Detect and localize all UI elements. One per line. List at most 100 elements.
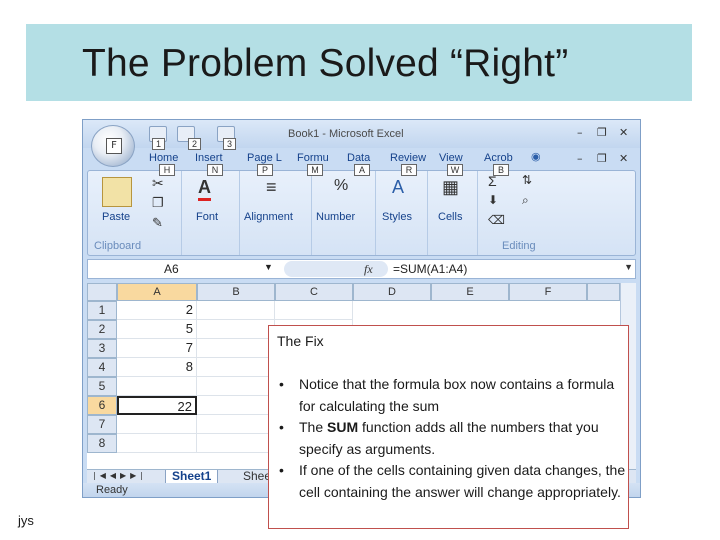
tab-data[interactable]: Data: [347, 152, 370, 164]
minimize-icon[interactable]: –: [577, 126, 583, 139]
cells-group[interactable]: ▦ Cells: [428, 171, 478, 255]
row-header[interactable]: 2: [87, 320, 117, 339]
clipboard-label: Clipboard: [94, 240, 142, 252]
close-icon[interactable]: ✕: [619, 126, 628, 139]
keytip-data: A: [354, 164, 370, 176]
row-header[interactable]: 3: [87, 339, 117, 358]
number-label: Number: [316, 211, 356, 223]
row-header[interactable]: 1: [87, 301, 117, 320]
cell-a8[interactable]: [117, 434, 197, 453]
column-header-c[interactable]: C: [275, 283, 353, 301]
cell-b8[interactable]: [197, 434, 275, 453]
cell-b7[interactable]: [197, 415, 275, 434]
cell-a6-active[interactable]: 22: [117, 396, 197, 415]
column-header-e[interactable]: E: [431, 283, 509, 301]
restore-icon[interactable]: ❐: [597, 126, 607, 139]
ribbon-tabs: Home Insert Page L Formu Data Review Vie…: [83, 148, 640, 176]
name-box-dropdown-icon[interactable]: ▼: [264, 262, 273, 272]
column-header-f[interactable]: F: [509, 283, 587, 301]
format-painter-icon[interactable]: ✎: [152, 215, 163, 231]
tab-insert[interactable]: Insert: [195, 152, 223, 164]
tab-review[interactable]: Review: [390, 152, 426, 164]
paste-icon[interactable]: [102, 177, 132, 207]
sheet-tab-sheet1[interactable]: Sheet1: [165, 470, 219, 484]
bullet-icon: •: [279, 462, 284, 478]
number-group[interactable]: % Number: [312, 171, 376, 255]
row-header[interactable]: 4: [87, 358, 117, 377]
sort-filter-icon[interactable]: ⇅: [522, 173, 532, 187]
expand-formula-bar-icon[interactable]: ▼: [624, 262, 633, 272]
row-header[interactable]: 5: [87, 377, 117, 396]
office-button[interactable]: F: [91, 125, 135, 167]
cell-a4[interactable]: 8: [117, 358, 197, 377]
sum-keyword: SUM: [327, 419, 359, 435]
help-icon[interactable]: ◉: [531, 150, 541, 163]
row-header[interactable]: 6: [87, 396, 117, 415]
ribbon-restore-icon[interactable]: ❐: [597, 152, 607, 165]
styles-icon: A: [392, 177, 405, 197]
sheet-nav-arrows-icon[interactable]: |◀◀▶▶|: [93, 471, 147, 480]
list-item: • The SUM function adds all the numbers t…: [279, 417, 627, 460]
alignment-icon: ≡: [266, 177, 277, 197]
column-header-g[interactable]: [587, 283, 620, 301]
cell-b3[interactable]: [197, 339, 275, 358]
cell-c1[interactable]: [275, 301, 353, 320]
row-header[interactable]: 8: [87, 434, 117, 453]
fx-icon[interactable]: fx: [364, 262, 373, 277]
column-header-d[interactable]: D: [353, 283, 431, 301]
ribbon-close-icon[interactable]: ✕: [619, 152, 628, 165]
keytip-acrobat: B: [493, 164, 509, 176]
ribbon-minimize-icon[interactable]: –: [577, 152, 583, 165]
cell-a3[interactable]: 7: [117, 339, 197, 358]
bullet-icon: •: [279, 376, 284, 392]
fix-bullet-list: • Notice that the formula box now contain…: [279, 374, 627, 503]
select-all-corner[interactable]: [87, 283, 117, 301]
formula-input[interactable]: =SUM(A1:A4): [393, 262, 467, 276]
cell-a5[interactable]: [117, 377, 197, 396]
name-box[interactable]: A6 ▼: [88, 260, 278, 278]
list-item: • If one of the cells containing given da…: [279, 460, 627, 503]
cell-a1[interactable]: 2: [117, 301, 197, 320]
cell-a2[interactable]: 5: [117, 320, 197, 339]
tab-home[interactable]: Home: [149, 152, 178, 164]
find-icon[interactable]: ⌕: [522, 193, 529, 208]
tab-page-layout[interactable]: Page L: [247, 152, 282, 164]
alignment-group[interactable]: ≡ Alignment: [240, 171, 312, 255]
excel-titlebar: 1 2 3 Book1 - Microsoft Excel – ❐ ✕: [83, 120, 640, 150]
bullet-text-pre: The: [299, 419, 328, 435]
alignment-label: Alignment: [244, 211, 293, 223]
clear-icon[interactable]: ⌫: [488, 213, 505, 227]
title-band: The Problem Solved “Right”: [26, 24, 692, 101]
tab-view[interactable]: View: [439, 152, 463, 164]
name-box-value: A6: [164, 262, 179, 276]
font-group[interactable]: A Font: [182, 171, 240, 255]
fix-callout: The Fix • Notice that the formula box now…: [268, 325, 629, 529]
cell-b5[interactable]: [197, 377, 275, 396]
row-header[interactable]: 7: [87, 415, 117, 434]
cell-a7[interactable]: [117, 415, 197, 434]
copy-icon[interactable]: ❐: [152, 195, 164, 211]
styles-label: Styles: [382, 211, 412, 223]
ribbon: Paste ✂ ❐ ✎ Clipboard A Font ≡ Alignment…: [87, 170, 636, 256]
keytip-view: W: [447, 164, 463, 176]
cut-icon[interactable]: ✂: [152, 175, 164, 192]
tab-formulas[interactable]: Formu: [297, 152, 329, 164]
column-header-b[interactable]: B: [197, 283, 275, 301]
keytip-page-layout: P: [257, 164, 273, 176]
cell-b2[interactable]: [197, 320, 275, 339]
window-title: Book1 - Microsoft Excel: [288, 128, 404, 140]
column-header-a[interactable]: A: [117, 283, 197, 301]
cell-b6[interactable]: [197, 396, 275, 415]
cell-b4[interactable]: [197, 358, 275, 377]
formula-bar: A6 ▼ fx =SUM(A1:A4) ▼: [87, 259, 636, 279]
paste-label: Paste: [102, 211, 131, 223]
list-item: • Notice that the formula box now contain…: [279, 374, 627, 417]
styles-group[interactable]: A Styles: [376, 171, 428, 255]
keytip-2: 2: [188, 138, 201, 150]
status-text: Ready: [96, 484, 128, 496]
bullet-text: If one of the cells containing given dat…: [299, 462, 626, 500]
tab-acrobat[interactable]: Acrob: [484, 152, 513, 164]
cell-b1[interactable]: [197, 301, 275, 320]
fill-icon[interactable]: ⬇: [488, 193, 498, 207]
editing-group: Σ ⇅ ⬇ ⌕ ⌫ Editing: [478, 171, 558, 255]
